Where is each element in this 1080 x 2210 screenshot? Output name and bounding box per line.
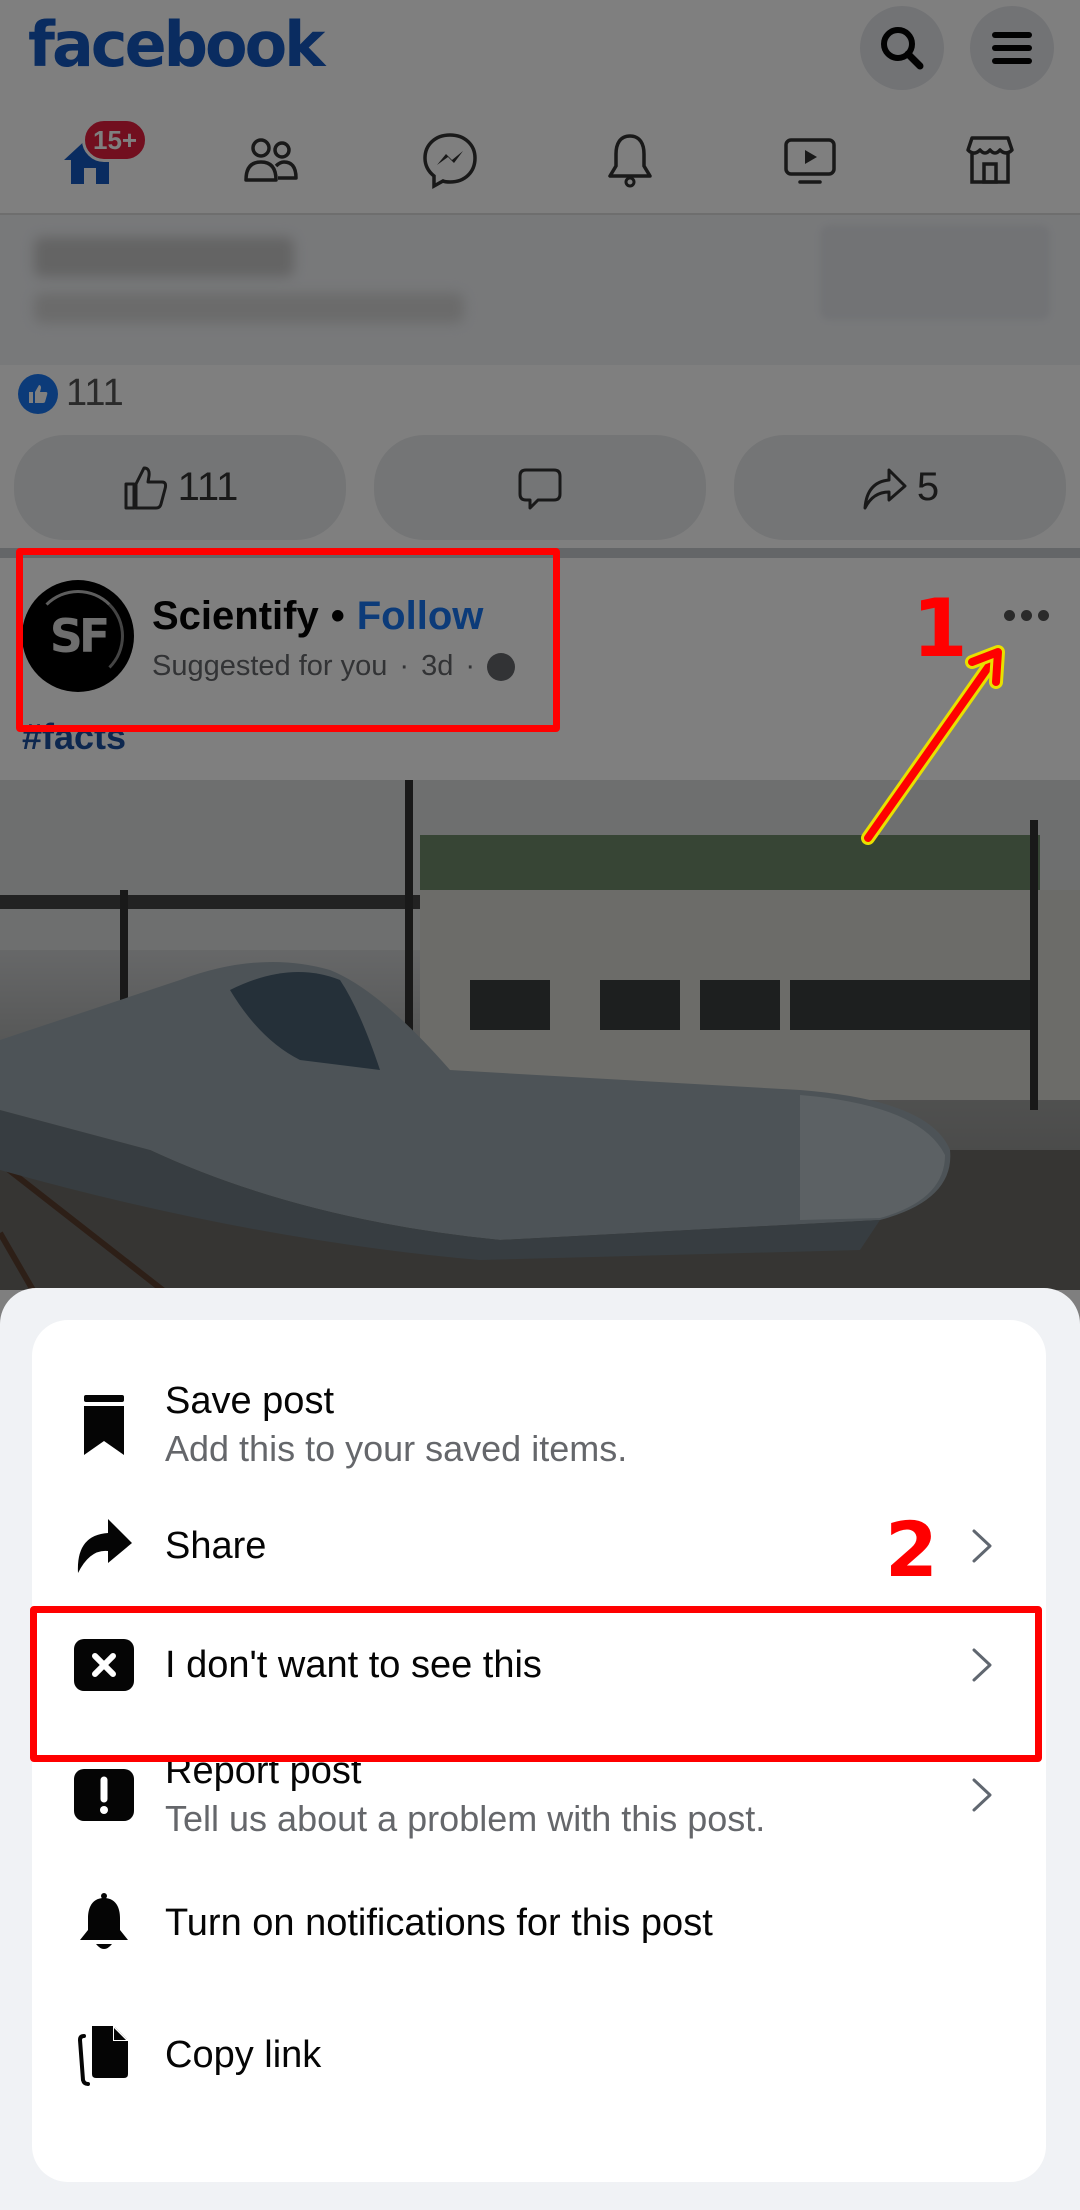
annotation-highlight-post-header bbox=[16, 548, 560, 732]
annotation-step-1: 1 bbox=[912, 582, 968, 675]
menu-item-save-post[interactable]: Save post Add this to your saved items. bbox=[32, 1360, 1046, 1490]
menu-item-description: Add this to your saved items. bbox=[165, 1428, 628, 1469]
menu-item-description: Tell us about a problem with this post. bbox=[165, 1798, 766, 1839]
menu-item-label: Save post bbox=[165, 1380, 334, 1422]
exclamation-square-icon bbox=[72, 1763, 136, 1827]
bell-icon bbox=[72, 1891, 136, 1955]
menu-item-label: Turn on notifications for this post bbox=[165, 1902, 713, 1944]
menu-item-text: Copy link bbox=[165, 2031, 321, 2079]
chevron-right-icon bbox=[967, 1770, 997, 1820]
annotation-step-2: 2 bbox=[885, 1505, 938, 1594]
menu-item-text: Share bbox=[165, 1522, 266, 1570]
annotation-highlight-hide-option bbox=[30, 1606, 1042, 1762]
facebook-app: facebook 15+ bbox=[0, 0, 1080, 2210]
menu-item-label: Share bbox=[165, 1525, 267, 1567]
copy-document-icon bbox=[72, 2023, 136, 2087]
menu-item-text: Save post Add this to your saved items. bbox=[165, 1377, 627, 1473]
menu-item-copy-link[interactable]: Copy link bbox=[32, 2000, 1046, 2110]
share-arrow-icon bbox=[72, 1514, 136, 1578]
menu-item-label: Copy link bbox=[165, 2034, 322, 2076]
bookmark-icon bbox=[72, 1393, 136, 1457]
menu-item-turn-on-notifications[interactable]: Turn on notifications for this post bbox=[32, 1868, 1046, 1978]
chevron-right-icon bbox=[967, 1521, 997, 1571]
menu-item-text: Turn on notifications for this post bbox=[165, 1899, 713, 1947]
